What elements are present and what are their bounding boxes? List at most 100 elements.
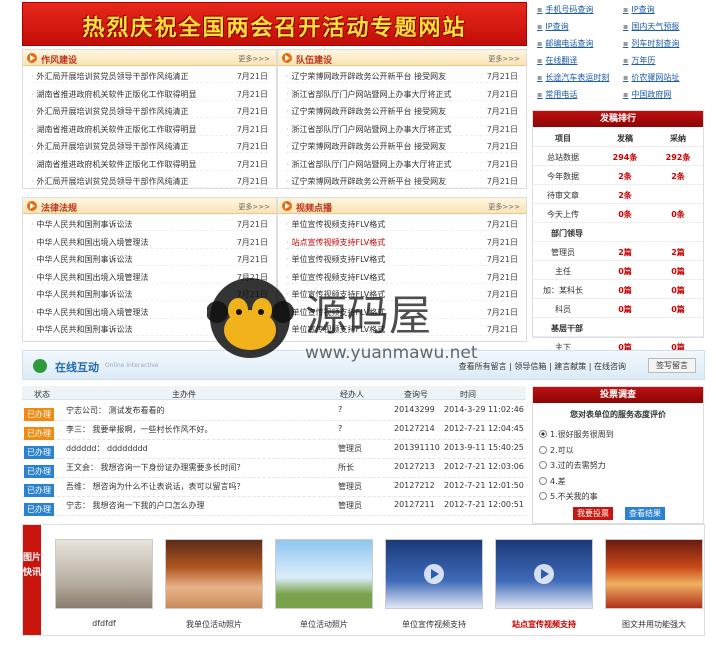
photo-thumbnail[interactable] [605, 539, 703, 609]
table-row[interactable]: 已办理 吾维： 想咨询为什么不让表说话，表可以留言吗？ 管理员 20127212 201… [22, 478, 526, 497]
list-item-title[interactable]: 单位宣传视频支持FLV格式 [286, 324, 386, 335]
list-item-title[interactable]: 浙江省部队厅门户网站暨网上办事大厅将正式 [286, 159, 452, 170]
list-item[interactable]: 中华人民共和国出境入境管理法 7月21日 [31, 234, 268, 249]
message-title[interactable]: 宁志： 我想咨询一下我的户口怎么办理 [66, 500, 205, 511]
photo-thumbnail[interactable] [275, 539, 373, 609]
photo-thumbnail[interactable] [55, 539, 153, 609]
list-item[interactable]: 浙江省部队厅门户网站暨网上办事大厅将正式 7月21日 [286, 86, 518, 101]
table-row[interactable]: 已办理 宁志公司： 测试发布看看的? 20143299 2014-3-29 11:02… [22, 402, 526, 421]
survey-option[interactable]: 1.很好服务很周到 [539, 429, 614, 440]
list-item-title[interactable]: 湖南省推进政府机关软件正版化工作取得明显 [31, 89, 197, 100]
list-item[interactable]: 中华人民共和国刑事诉讼法 7月21日 [31, 321, 268, 336]
message-title[interactable]: dddddd： dddddddd [66, 443, 148, 454]
radio-button[interactable] [539, 445, 547, 454]
play-icon[interactable] [534, 564, 554, 584]
photo-caption[interactable]: 我单位活动照片 [159, 619, 269, 630]
list-item[interactable]: 湖南省推进政府机关软件正版化工作取得明显 7月21日 [31, 86, 268, 101]
link-postcode-query[interactable]: 邮编电话查询 [537, 38, 593, 49]
list-item-title[interactable]: 站点宣传视频支持FLV格式 [286, 237, 386, 248]
list-item-title[interactable]: 中华人民共和国出境入境管理法 [31, 307, 149, 318]
photo-thumbnail[interactable] [495, 539, 593, 609]
list-item[interactable]: 单位宣传视频支持FLV格式 7月21日 [286, 304, 518, 319]
write-message-button[interactable]: 签写留言 [648, 358, 696, 373]
photo-caption[interactable]: 站点宣传视频支持 [489, 619, 599, 630]
list-item-title[interactable]: 辽宁荣博网政开辟政务公开新平台 接受网友 [286, 106, 447, 117]
radio-button[interactable] [539, 476, 547, 485]
list-item[interactable]: 外汇局开展培训贫党员领导干部作风纯清正 7月21日 [31, 103, 268, 118]
survey-option[interactable]: 2.可以 [539, 445, 574, 456]
link-bus-schedule[interactable]: 长途汽车表运时刻 [537, 72, 609, 83]
message-title[interactable]: 王文会： 我想咨询一下身份证办理需要多长时间？ [66, 462, 245, 473]
link-farm-site[interactable]: 价农骤网站址 [623, 72, 679, 83]
link-weather[interactable]: 国内天气预报 [623, 21, 679, 32]
more-link[interactable]: 更多>>> [488, 54, 520, 64]
link-ip-query-2[interactable]: IP查询 [623, 4, 654, 15]
survey-option[interactable]: 5.不关我的事 [539, 491, 598, 502]
list-item[interactable]: 外汇局开展培训贫党员领导干部作风纯清正 7月21日 [31, 138, 268, 153]
link-calendar[interactable]: 万年历 [623, 55, 655, 66]
message-title[interactable]: 吾维： 想咨询为什么不让表说话，表可以留言吗？ [66, 481, 245, 492]
view-result-button[interactable]: 查看结果 [625, 507, 665, 520]
radio-button[interactable] [539, 492, 547, 500]
list-item[interactable]: 单位宣传视频支持FLV格式 7月21日 [286, 251, 518, 266]
list-item[interactable]: 中华人民共和国刑事诉讼法 7月21日 [31, 251, 268, 266]
list-item-title[interactable]: 浙江省部队厅门户网站暨网上办事大厅将正式 [286, 124, 452, 135]
list-item-title[interactable]: 外汇局开展培训贫党员领导干部作风纯清正 [31, 176, 189, 187]
list-item-title[interactable]: 中华人民共和国出境入境管理法 [31, 237, 149, 248]
table-row[interactable]: 已办理 宁志： 我想咨询一下我的户口怎么办理 管理员 20127211 2012-7-2… [22, 497, 526, 516]
link-phone-query[interactable]: 手机号码查询 [537, 4, 593, 15]
list-item-title[interactable]: 中华人民共和国刑事诉讼法 [31, 254, 133, 265]
list-item-title[interactable]: 辽宁荣博网政开辟政务公开新平台 接受网友 [286, 141, 447, 152]
radio-button[interactable] [539, 430, 547, 438]
photo-caption[interactable]: 单位宣传视频支持 [379, 619, 489, 630]
list-item-title[interactable]: 单位宣传视频支持FLV格式 [286, 219, 386, 230]
list-item-title[interactable]: 单位宣传视频支持FLV格式 [286, 307, 386, 318]
table-row[interactable]: 已办理 李三： 我要举报啊，一些村长作风不好。? 20127214 2012-7-21… [22, 421, 526, 440]
list-item[interactable]: 外汇局开展培训贫党员领导干部作风纯清正 7月21日 [31, 68, 268, 83]
list-item[interactable]: 单位宣传视频支持FLV格式 7月21日 [286, 216, 518, 231]
list-item[interactable]: 单位宣传视频支持FLV格式 7月21日 [286, 269, 518, 284]
list-item-title[interactable]: 辽宁荣博网政开辟政务公开新平台 接受网友 [286, 71, 447, 82]
list-item[interactable]: 中华人民共和国刑事诉讼法 7月21日 [31, 286, 268, 301]
message-title[interactable]: 宁志公司： 测试发布看看的 [66, 405, 165, 416]
list-item[interactable]: 中华人民共和国出境入境管理法 7月21日 [31, 269, 268, 284]
list-item[interactable]: 浙江省部队厅门户网站暨网上办事大厅将正式 7月21日 [286, 121, 518, 136]
table-row[interactable]: 已办理 王文会： 我想咨询一下身份证办理需要多长时间？ 所长 20127213 2012… [22, 459, 526, 478]
list-item-title[interactable]: 中华人民共和国刑事诉讼法 [31, 289, 133, 300]
list-item-title[interactable]: 单位宣传视频支持FLV格式 [286, 289, 386, 300]
list-item[interactable]: 辽宁荣博网政开辟政务公开新平台 接受网友 7月21日 [286, 103, 518, 118]
list-item-title[interactable]: 单位宣传视频支持FLV格式 [286, 254, 386, 265]
list-item-title[interactable]: 湖南省推进政府机关软件正版化工作取得明显 [31, 124, 197, 135]
link-train-schedule[interactable]: 列车时刻查询 [623, 38, 679, 49]
list-item-title[interactable]: 浙江省部队厅门户网站暨网上办事大厅将正式 [286, 89, 452, 100]
more-link[interactable]: 更多>>> [238, 202, 270, 212]
list-item-title[interactable]: 辽宁荣博网政开辟政务公开新平台 接受网友 [286, 176, 447, 187]
list-item-title[interactable]: 外汇局开展培训贫党员领导干部作风纯清正 [31, 106, 189, 117]
survey-option[interactable]: 3.过的去需努力 [539, 460, 606, 471]
list-item-title[interactable]: 湖南省推进政府机关软件正版化工作取得明显 [31, 159, 197, 170]
more-link[interactable]: 更多>>> [238, 54, 270, 64]
list-item[interactable]: 辽宁荣博网政开辟政务公开新平台 接受网友 7月21日 [286, 173, 518, 188]
more-link[interactable]: 更多>>> [488, 202, 520, 212]
radio-button[interactable] [539, 461, 547, 469]
photo-caption[interactable]: dfdfdf [49, 619, 159, 628]
list-item[interactable]: 中华人民共和国出境入境管理法 7月21日 [31, 304, 268, 319]
photo-caption[interactable]: 图文并用功能强大 [599, 619, 709, 630]
link-translate[interactable]: 在线翻译 [537, 55, 577, 66]
link-gov-site[interactable]: 中国政府网 [623, 89, 671, 100]
survey-option[interactable]: 4.差 [539, 476, 566, 487]
list-item[interactable]: 外汇局开展培训贫党员领导干部作风纯清正 7月21日 [31, 173, 268, 188]
interact-nav[interactable]: 查看所有留言 | 领导信箱 | 建言献策 | 在线咨询 [459, 361, 626, 372]
vote-button[interactable]: 我要投票 [573, 507, 613, 520]
list-item[interactable]: 站点宣传视频支持FLV格式 7月21日 [286, 234, 518, 249]
list-item[interactable]: 浙江省部队厅门户网站暨网上办事大厅将正式 7月21日 [286, 156, 518, 171]
list-item-title[interactable]: 中华人民共和国出境入境管理法 [31, 272, 149, 283]
link-phone-book[interactable]: 常用电话 [537, 89, 577, 100]
photo-caption[interactable]: 单位活动照片 [269, 619, 379, 630]
list-item-title[interactable]: 单位宣传视频支持FLV格式 [286, 272, 386, 283]
list-item-title[interactable]: 外汇局开展培训贫党员领导干部作风纯清正 [31, 71, 189, 82]
list-item[interactable]: 单位宣传视频支持FLV格式 7月21日 [286, 286, 518, 301]
list-item[interactable]: 辽宁荣博网政开辟政务公开新平台 接受网友 7月21日 [286, 138, 518, 153]
list-item[interactable]: 辽宁荣博网政开辟政务公开新平台 接受网友 7月21日 [286, 68, 518, 83]
play-icon[interactable] [424, 564, 444, 584]
